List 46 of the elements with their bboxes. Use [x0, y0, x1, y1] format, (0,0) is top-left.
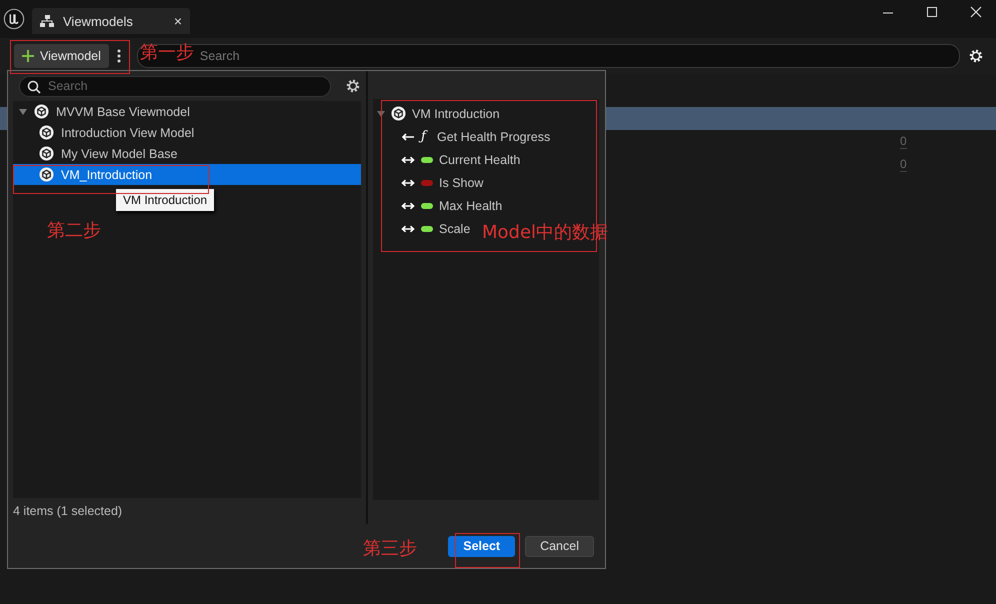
window-tab[interactable]: Viewmodels × [32, 8, 190, 34]
close-icon[interactable] [970, 6, 982, 18]
value-text: 0 [900, 134, 907, 149]
tree-item[interactable]: MVVM Base Viewmodel [13, 101, 361, 122]
settings-icon[interactable] [345, 78, 361, 94]
engine-logo-icon [3, 8, 25, 30]
tree-item[interactable]: Introduction View Model [13, 122, 361, 143]
item-count-text: 4 items (1 selected) [13, 503, 124, 520]
cube-icon [34, 104, 49, 119]
expand-arrow-icon[interactable] [19, 108, 27, 116]
cube-icon [391, 106, 406, 121]
more-options-icon[interactable] [116, 48, 121, 64]
highlight-box [455, 533, 520, 568]
tree-item[interactable]: My View Model Base [13, 143, 361, 164]
cube-icon [39, 167, 54, 182]
search-field[interactable]: Search [19, 76, 331, 96]
property-label: Is Show [439, 176, 484, 190]
property-label: Get Health Progress [437, 130, 550, 144]
cube-icon [39, 125, 54, 140]
close-tab-button[interactable]: × [174, 13, 182, 29]
two-way-arrow-icon [401, 156, 415, 164]
property-label: Current Health [439, 152, 520, 166]
property-label: Max Health [439, 198, 502, 212]
maximize-icon[interactable] [926, 6, 938, 18]
tab-title: Viewmodels [63, 14, 134, 28]
annotation-text: 第三步 [363, 537, 417, 560]
two-way-arrow-icon [401, 224, 415, 232]
annotation-text: 第一步 [140, 41, 194, 64]
expand-arrow-icon[interactable] [377, 110, 385, 118]
two-way-arrow-icon [401, 202, 415, 210]
property-label: Scale [439, 222, 470, 236]
tree-item[interactable]: VM_Introduction [13, 164, 361, 185]
annotation-text: 第二步 [47, 219, 101, 242]
plus-icon [22, 50, 34, 62]
hierarchy-icon [40, 15, 54, 27]
value-text: 0 [900, 157, 907, 172]
select-button[interactable]: Select [448, 536, 516, 556]
function-symbol: ƒ [421, 129, 431, 144]
add-viewmodel-button[interactable]: Viewmodel [14, 44, 109, 68]
two-way-arrow-icon [401, 178, 415, 186]
cancel-button[interactable]: Cancel [525, 536, 594, 556]
left-arrow-icon [401, 132, 415, 140]
tooltip: VM Introduction [116, 189, 214, 211]
search-icon [27, 80, 41, 94]
cube-icon [39, 146, 54, 161]
viewmodel-label: VM Introduction [412, 106, 500, 120]
